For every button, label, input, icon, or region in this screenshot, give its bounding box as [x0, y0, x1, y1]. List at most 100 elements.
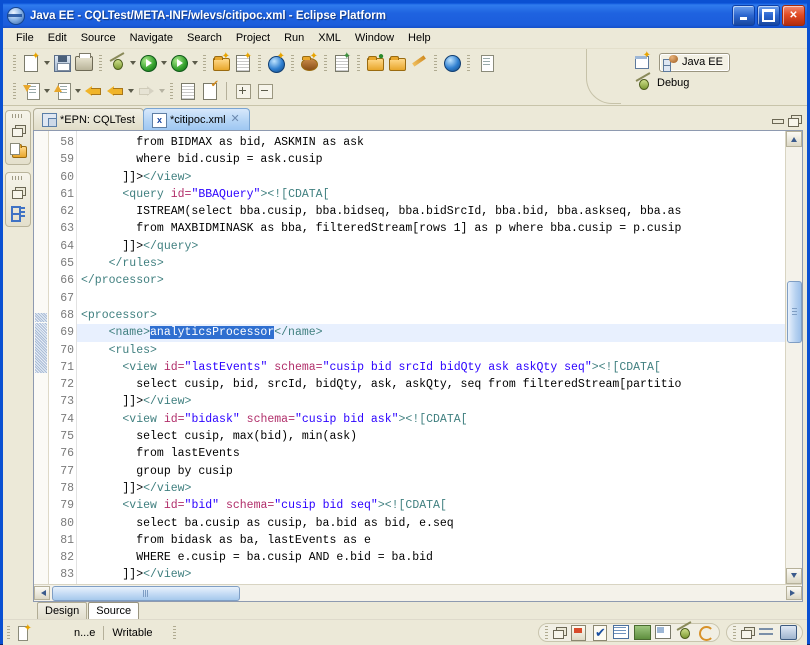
annotation-ruler[interactable]	[34, 131, 49, 584]
toolbar-grip[interactable]	[324, 55, 327, 71]
toolbar-grip[interactable]	[13, 55, 16, 71]
save-button[interactable]	[51, 52, 73, 74]
menu-run[interactable]: Run	[277, 30, 311, 46]
code-line[interactable]: <processor>	[77, 307, 785, 324]
forward-dropdown[interactable]	[157, 80, 166, 102]
new-ejb-button[interactable]: ✦	[331, 52, 353, 74]
scroll-up-button[interactable]	[786, 131, 802, 147]
code-line[interactable]: from bidask as ba, lastEvents as e	[77, 532, 785, 549]
menu-edit[interactable]: Edit	[41, 30, 74, 46]
console-icon[interactable]	[780, 625, 796, 640]
project-explorer-icon[interactable]	[9, 141, 27, 159]
maximize-button[interactable]	[757, 5, 780, 26]
editor-tab-epn-cqltest[interactable]: *EPN: CQLTest	[33, 108, 144, 130]
code-line[interactable]: select cusip, max(bid), min(ask)	[77, 428, 785, 445]
scroll-down-button[interactable]	[786, 568, 802, 584]
code-line[interactable]: group by cusip	[77, 463, 785, 480]
status-grip[interactable]	[173, 626, 176, 640]
tab-source[interactable]: Source	[88, 602, 139, 619]
progress-icon[interactable]	[697, 625, 713, 640]
horizontal-scrollbar[interactable]	[34, 584, 802, 601]
new-wizard-dropdown[interactable]	[42, 52, 51, 74]
scroll-left-button[interactable]	[34, 586, 50, 600]
validate-icon[interactable]: ✔	[592, 625, 608, 640]
restore-icon[interactable]	[9, 183, 27, 201]
code-line[interactable]: from lastEvents	[77, 445, 785, 462]
maximize-icon[interactable]	[788, 115, 801, 126]
editor-tab-citipoc-xml[interactable]: x *citipoc.xml ✕	[143, 108, 250, 130]
code-line[interactable]: ISTREAM(select bba.cusip, bba.bidseq, bb…	[77, 203, 785, 220]
menu-navigate[interactable]: Navigate	[123, 30, 180, 46]
toolbar-grip[interactable]	[291, 55, 294, 71]
code-line[interactable]: ]]></view>	[77, 566, 785, 583]
code-line[interactable]: where bid.cusip = ask.cusip	[77, 151, 785, 168]
toolbar-grip[interactable]	[170, 83, 173, 99]
open-type-button[interactable]: ●	[364, 52, 386, 74]
restore-icon[interactable]	[741, 627, 754, 638]
stack-grip[interactable]	[12, 176, 24, 180]
debug-icon[interactable]	[676, 625, 692, 640]
code-line[interactable]: <view id="lastEvents" schema="cusip bid …	[77, 359, 785, 376]
code-line[interactable]: </rules>	[77, 255, 785, 272]
servers-icon[interactable]	[571, 625, 587, 640]
code-content[interactable]: from BIDMAX as bid, ASKMIN as ask where …	[77, 131, 785, 584]
code-line[interactable]: </processor>	[77, 272, 785, 289]
external-tools-dropdown[interactable]	[190, 52, 199, 74]
toolbar-grip[interactable]	[357, 55, 360, 71]
toolbar-grip[interactable]	[13, 83, 16, 99]
snippets-icon[interactable]	[634, 625, 650, 640]
status-grip[interactable]	[545, 626, 548, 640]
menu-file[interactable]: File	[9, 30, 41, 46]
restore-icon[interactable]	[9, 121, 27, 139]
outline-icon[interactable]	[9, 203, 27, 221]
code-line[interactable]: <rules>	[77, 342, 785, 359]
toolbar-grip[interactable]	[467, 55, 470, 71]
code-line[interactable]: WHERE e.cusip = ba.cusip AND e.bid = ba.…	[77, 549, 785, 566]
new-java-class-button[interactable]: ✦	[232, 52, 254, 74]
new-wizard-button[interactable]: ✦	[20, 52, 42, 74]
code-line[interactable]: ]]></view>	[77, 169, 785, 186]
back-button[interactable]	[104, 80, 126, 102]
toolbar-grip[interactable]	[258, 55, 261, 71]
code-line[interactable]: from BIDMAX as bid, ASKMIN as ask	[77, 134, 785, 151]
run-external-tools-button[interactable]	[168, 52, 190, 74]
toolbar-grip[interactable]	[99, 55, 102, 71]
new-bean-button[interactable]: ✦	[298, 52, 320, 74]
filter-icon[interactable]	[759, 625, 775, 640]
open-web-browser-button[interactable]: ✦	[265, 52, 287, 74]
code-line[interactable]: select ba.cusip as cusip, ba.bid as bid,…	[77, 515, 785, 532]
menu-project[interactable]: Project	[229, 30, 277, 46]
show-source-button[interactable]	[177, 80, 199, 102]
import-dropdown[interactable]	[42, 80, 51, 102]
code-line[interactable]: <view id="bidask" schema="cusip bid ask"…	[77, 411, 785, 428]
export-dropdown[interactable]	[73, 80, 82, 102]
export-button[interactable]	[51, 80, 73, 102]
status-grip[interactable]	[7, 626, 10, 640]
tab-design[interactable]: Design	[37, 602, 87, 619]
scroll-right-button[interactable]	[786, 586, 802, 600]
code-line[interactable]: <view id="bid" schema="cusip bid seq"><!…	[77, 497, 785, 514]
code-line[interactable]	[77, 290, 785, 307]
minimize-icon[interactable]	[772, 116, 783, 125]
code-line[interactable]: <name>analyticsProcessor</name>	[77, 324, 785, 341]
open-task-button[interactable]	[386, 52, 408, 74]
toolbar-grip[interactable]	[203, 55, 206, 71]
vertical-scrollbar[interactable]	[785, 131, 802, 584]
code-line[interactable]: ]]></view>	[77, 480, 785, 497]
menu-search[interactable]: Search	[180, 30, 229, 46]
stack-grip[interactable]	[12, 114, 24, 118]
previous-annotation-button[interactable]	[82, 80, 104, 102]
close-icon[interactable]: ✕	[230, 114, 241, 125]
restore-icon[interactable]	[553, 627, 566, 638]
horizontal-scroll-thumb[interactable]	[52, 586, 240, 601]
code-line[interactable]: <query id="BBAQuery"><![CDATA[	[77, 186, 785, 203]
minimize-button[interactable]	[732, 5, 755, 26]
validate-button[interactable]: ✔	[199, 80, 221, 102]
menu-xml[interactable]: XML	[311, 30, 348, 46]
properties-icon[interactable]	[655, 625, 671, 640]
forward-button[interactable]	[135, 80, 157, 102]
back-dropdown[interactable]	[126, 80, 135, 102]
code-line[interactable]: ]]></view>	[77, 393, 785, 410]
project-explorer-stack[interactable]	[5, 110, 31, 165]
run-button[interactable]	[137, 52, 159, 74]
